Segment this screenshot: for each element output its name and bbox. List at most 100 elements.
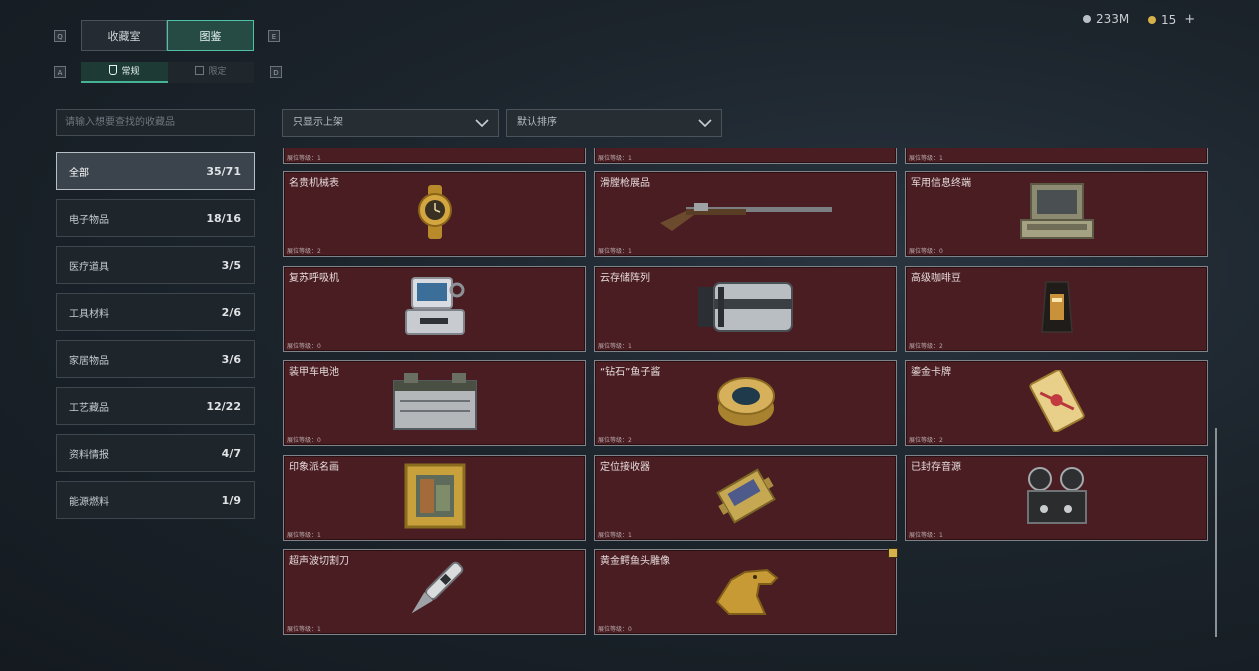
- category-item[interactable]: 工艺藏品 12/22: [56, 387, 255, 425]
- category-item[interactable]: 资料情报 4/7: [56, 434, 255, 472]
- category-label: 全部: [69, 167, 89, 179]
- category-count: 3/6: [221, 352, 241, 366]
- category-count: 35/71: [206, 164, 241, 178]
- category-label: 工具材料: [69, 308, 109, 320]
- painting-icon: [404, 463, 466, 533]
- new-badge-icon: [888, 548, 898, 558]
- a-key-hint: A: [54, 66, 66, 78]
- category-item[interactable]: 全部 35/71: [56, 152, 255, 190]
- sort-dropdown[interactable]: 默认排序: [506, 109, 722, 137]
- chevron-down-icon: [475, 119, 489, 128]
- card-level: 展位等级：1: [287, 626, 321, 633]
- collection-card[interactable]: 云存储阵列 展位等级：1: [594, 265, 897, 352]
- receiver-icon: [713, 465, 779, 531]
- collection-card[interactable]: 高级咖啡豆展位等级：2: [905, 265, 1208, 352]
- card-level: 展位等级：0: [287, 437, 321, 444]
- tab-collection-room[interactable]: 收藏室: [81, 20, 167, 51]
- card-level: 展位等级：2: [287, 248, 321, 255]
- card-name: 定位接收器: [600, 461, 650, 473]
- coin-display: 15 +: [1148, 12, 1195, 27]
- card-name: 超声波切割刀: [289, 556, 349, 567]
- card-level: 展位等级：1: [287, 531, 321, 539]
- watch-icon: [406, 183, 464, 245]
- card-level: 展位等级：2: [909, 342, 943, 350]
- card-name: 装甲车电池: [289, 367, 339, 378]
- card-name: 高级咖啡豆: [911, 272, 961, 284]
- subtab-limited-label: 限定: [208, 67, 227, 77]
- card-level: 展位等级：1: [598, 248, 632, 255]
- collection-card[interactable]: 展位等级：1: [283, 148, 586, 164]
- subtab-normal[interactable]: 常规: [81, 62, 168, 83]
- terminal-icon: [1017, 182, 1097, 246]
- battery-icon: [390, 371, 480, 435]
- storage-array-icon: [696, 279, 796, 339]
- money-amount: 233M: [1096, 12, 1130, 26]
- card-name: 名贵机械表: [289, 178, 339, 189]
- card-level: 展位等级：0: [598, 626, 632, 633]
- category-label: 资料情报: [69, 449, 109, 461]
- category-count: 12/22: [206, 399, 241, 413]
- ventilator-icon: [402, 276, 468, 342]
- search-input[interactable]: 请输入想要查找的收藏品: [56, 109, 255, 136]
- card-name: 鎏金卡牌: [911, 367, 951, 378]
- gold-croc-statue-icon: [711, 562, 781, 622]
- card-name: 复苏呼吸机: [289, 272, 339, 284]
- sort-label: 默认排序: [517, 117, 557, 128]
- collection-grid: 展位等级：1 展位等级：1 展位等级：1 名贵机械表 展位等级：2 滑膛枪展品 展位等…: [282, 148, 1210, 640]
- category-item[interactable]: 工具材料 2/6: [56, 293, 255, 331]
- category-label: 电子物品: [69, 214, 109, 226]
- card-level: 展位等级：1: [598, 531, 632, 539]
- card-name: 滑膛枪展品: [600, 178, 650, 189]
- coin-amount: 15: [1161, 12, 1177, 27]
- card-name: 已封存音源: [911, 461, 961, 473]
- q-key-hint: Q: [54, 30, 66, 42]
- subtab-normal-label: 常规: [121, 67, 140, 77]
- subtab-limited[interactable]: 限定: [168, 62, 254, 83]
- card-level: 展位等级：1: [909, 531, 943, 539]
- collection-card[interactable]: 装甲车电池展位等级：0: [283, 360, 586, 446]
- tape-recorder-icon: [1024, 465, 1090, 531]
- collection-card[interactable]: 军用信息终端 展位等级：0: [905, 171, 1208, 257]
- shelf-filter-dropdown[interactable]: 只显示上架: [282, 109, 499, 137]
- money-icon: [1083, 15, 1091, 23]
- card-level: 展位等级：0: [909, 248, 943, 255]
- limited-icon: [195, 66, 205, 75]
- category-count: 3/5: [221, 258, 241, 272]
- collection-card[interactable]: 名贵机械表展位等级：2: [283, 171, 586, 257]
- category-item[interactable]: 能源燃料 1/9: [56, 481, 255, 519]
- card-name: 黄金鳄鱼头雕像: [600, 556, 670, 567]
- collection-card[interactable]: 滑膛枪展品展位等级：1: [594, 171, 897, 257]
- chevron-down-icon: [698, 119, 712, 128]
- money-display: 233M: [1083, 12, 1129, 26]
- collection-card[interactable]: 展位等级：1: [905, 148, 1208, 164]
- collection-card[interactable]: 展位等级：1: [594, 148, 897, 164]
- coffee-bag-icon: [1040, 280, 1074, 338]
- collection-card[interactable]: 黄金鳄鱼头雕像展位等级：0: [594, 548, 898, 635]
- collection-card[interactable]: 复苏呼吸机 展位等级：0: [283, 265, 586, 352]
- e-key-hint: E: [268, 30, 280, 42]
- category-count: 18/16: [206, 211, 241, 225]
- collection-card[interactable]: “钻石”鱼子酱 展位等级：2: [594, 360, 897, 446]
- card-level: 展位等级：1: [909, 155, 943, 162]
- card-level: 展位等级：2: [909, 437, 943, 444]
- d-key-hint: D: [270, 66, 282, 78]
- add-coins-button[interactable]: +: [1184, 12, 1195, 27]
- category-count: 1/9: [221, 493, 241, 507]
- collection-card[interactable]: 超声波切割刀展位等级：1: [283, 549, 586, 635]
- collection-card[interactable]: 已封存音源展位等级：1: [905, 454, 1208, 541]
- gold-card-icon: [1024, 369, 1090, 436]
- category-count: 4/7: [221, 446, 241, 460]
- card-name: 云存储阵列: [600, 272, 650, 284]
- collection-card[interactable]: 印象派名画 展位等级：1: [283, 454, 586, 541]
- category-count: 2/6: [221, 305, 241, 319]
- category-item[interactable]: 家居物品 3/6: [56, 340, 255, 378]
- tab-catalog[interactable]: 图鉴: [167, 20, 254, 51]
- collection-card[interactable]: 定位接收器展位等级：1: [594, 454, 897, 541]
- category-label: 医疗道具: [69, 261, 109, 273]
- category-item[interactable]: 医疗道具 3/5: [56, 246, 255, 284]
- category-item[interactable]: 电子物品 18/16: [56, 199, 255, 237]
- grid-scrollbar[interactable]: [1215, 428, 1217, 637]
- flask-icon: [109, 65, 118, 75]
- collection-card[interactable]: 鎏金卡牌展位等级：2: [905, 360, 1208, 446]
- card-level: 展位等级：1: [598, 155, 632, 162]
